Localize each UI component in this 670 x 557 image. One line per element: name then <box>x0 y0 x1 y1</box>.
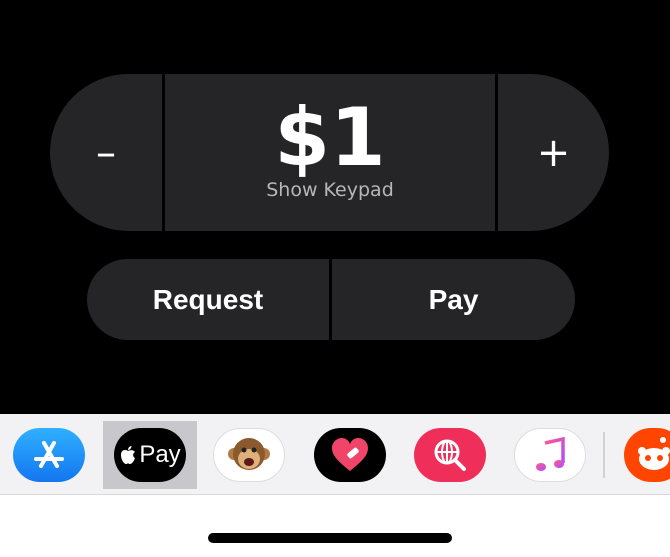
amount-area[interactable]: $1 Show Keypad <box>165 74 495 231</box>
decrease-button[interactable]: – <box>50 74 162 231</box>
music-note-icon <box>536 437 565 471</box>
tray-separator <box>603 432 605 478</box>
heart-icon <box>332 438 368 471</box>
digital-touch-button[interactable] <box>314 428 386 482</box>
amount-stepper: – $1 Show Keypad + <box>50 74 609 231</box>
home-indicator[interactable] <box>208 533 452 543</box>
reddit-button[interactable] <box>624 428 670 482</box>
increase-button[interactable]: + <box>498 74 609 231</box>
music-button[interactable] <box>514 428 586 482</box>
apple-cash-panel: – $1 Show Keypad + Request Pay <box>0 0 670 414</box>
images-search-button[interactable] <box>414 428 486 482</box>
action-buttons: Request Pay <box>87 259 575 340</box>
pay-button[interactable]: Pay <box>332 259 575 340</box>
animoji-button[interactable] <box>213 428 285 482</box>
app-store-button[interactable] <box>13 428 85 482</box>
amount-value: $1 <box>274 91 386 184</box>
apple-logo-icon <box>121 446 136 464</box>
apple-pay-label: Pay <box>139 441 181 468</box>
request-button[interactable]: Request <box>87 259 329 340</box>
reddit-icon <box>638 437 670 470</box>
app-drawer: Pay <box>0 414 670 495</box>
show-keypad-link[interactable]: Show Keypad <box>165 179 495 201</box>
globe-search-icon <box>434 439 466 471</box>
monkey-animoji-icon <box>228 438 270 470</box>
app-store-icon <box>34 441 64 468</box>
apple-pay-button[interactable]: Pay <box>114 428 186 482</box>
